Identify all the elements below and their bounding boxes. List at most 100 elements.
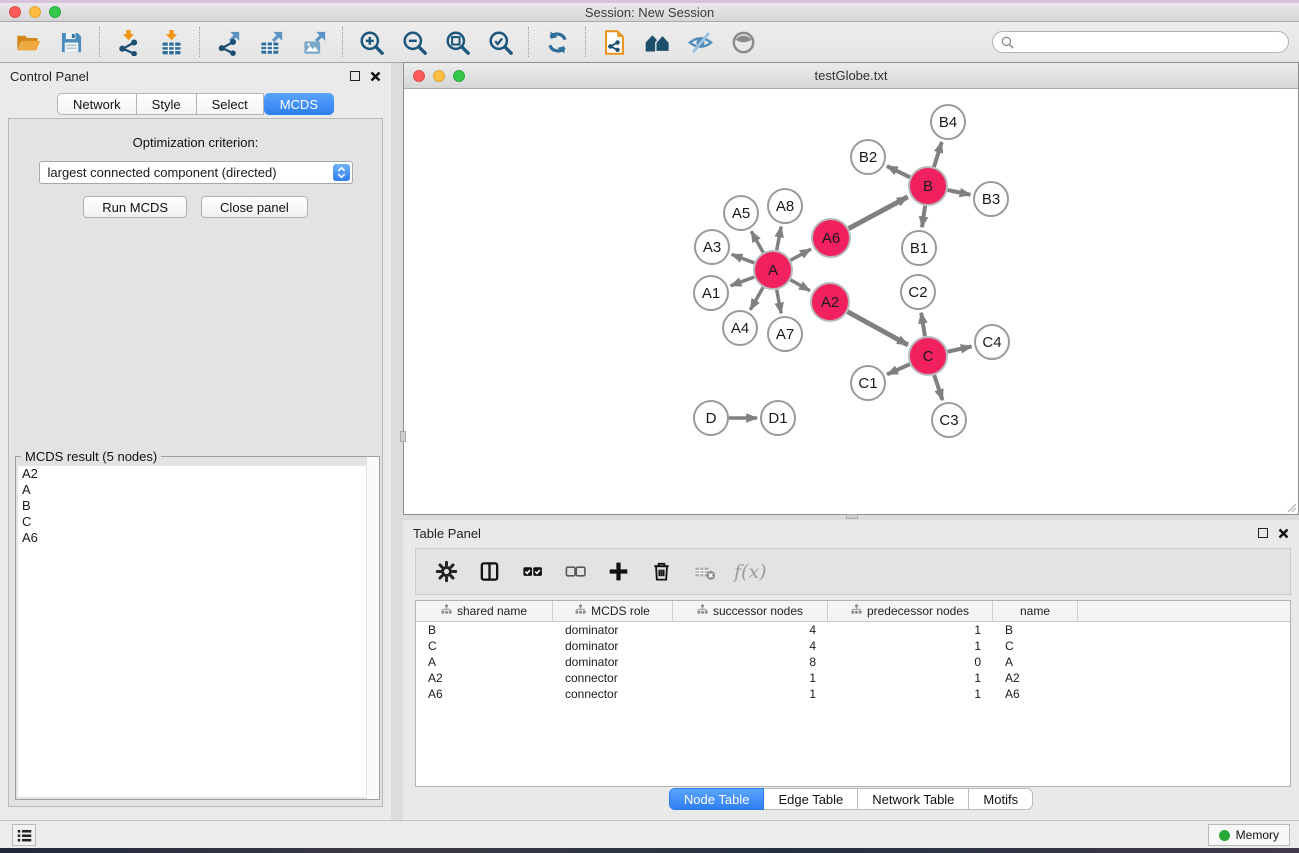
close-panel-icon[interactable]: [370, 71, 381, 82]
table-cell[interactable]: connector: [553, 686, 673, 702]
hide-graphics-details-icon[interactable]: [683, 26, 717, 58]
delete-table-icon[interactable]: [691, 559, 717, 585]
tab-edge-table[interactable]: Edge Table: [764, 788, 858, 810]
graph-edge-A-A2[interactable]: [790, 280, 810, 291]
table-row[interactable]: A2connector11A2: [416, 670, 1290, 686]
table-cell[interactable]: 1: [828, 638, 993, 654]
network-window-titlebar[interactable]: testGlobe.txt: [404, 63, 1298, 89]
result-item[interactable]: A2: [18, 466, 377, 482]
layout-home-icon[interactable]: [640, 26, 674, 58]
graph-edge-B-B2[interactable]: [887, 166, 910, 177]
resize-grip[interactable]: [1285, 501, 1297, 513]
table-cell[interactable]: A: [993, 654, 1078, 670]
column-header-predecessor-nodes[interactable]: predecessor nodes: [828, 601, 993, 621]
zoom-fit-icon[interactable]: [440, 26, 474, 58]
unselect-all-columns-icon[interactable]: [562, 559, 588, 585]
mcds-result-list[interactable]: A2ABCA6: [18, 466, 377, 797]
tab-mcds[interactable]: MCDS: [264, 93, 334, 115]
zoom-in-icon[interactable]: [354, 26, 388, 58]
graph-edge-A-A4[interactable]: [750, 287, 763, 309]
result-item[interactable]: A: [18, 482, 377, 498]
toolbar-search-field[interactable]: [992, 31, 1289, 53]
table-cell[interactable]: A2: [416, 670, 553, 686]
graph-edge-B-B1[interactable]: [922, 206, 925, 227]
column-header-name[interactable]: name: [993, 601, 1078, 621]
close-panel-button[interactable]: Close panel: [201, 196, 308, 218]
table-cell[interactable]: 1: [828, 670, 993, 686]
graph-edge-A2-C[interactable]: [848, 312, 908, 345]
graph-edge-A-A3[interactable]: [732, 254, 755, 263]
table-cell[interactable]: 1: [673, 670, 828, 686]
table-row[interactable]: Adominator80A: [416, 654, 1290, 670]
graph-edge-A-A5[interactable]: [751, 231, 763, 252]
table-cell[interactable]: A6: [993, 686, 1078, 702]
open-file-icon[interactable]: [11, 26, 45, 58]
result-item[interactable]: C: [18, 514, 377, 530]
column-header-successor-nodes[interactable]: successor nodes: [673, 601, 828, 621]
close-panel-icon[interactable]: [1278, 528, 1289, 539]
tab-node-table[interactable]: Node Table: [669, 788, 765, 810]
table-cell[interactable]: dominator: [553, 622, 673, 638]
table-cell[interactable]: 1: [828, 622, 993, 638]
run-mcds-button[interactable]: Run MCDS: [83, 196, 187, 218]
splitter-handle[interactable]: [846, 514, 858, 519]
float-panel-icon[interactable]: [350, 71, 360, 81]
column-header-MCDS-role[interactable]: MCDS role: [553, 601, 673, 621]
export-network-icon[interactable]: [211, 26, 245, 58]
table-cell[interactable]: 4: [673, 638, 828, 654]
table-cell[interactable]: 1: [673, 686, 828, 702]
graph-edge-B-B3[interactable]: [948, 190, 971, 195]
table-cell[interactable]: connector: [553, 670, 673, 686]
graph-edge-C-C3[interactable]: [934, 375, 942, 400]
graph-edge-A-A1[interactable]: [731, 277, 755, 286]
table-cell[interactable]: 1: [828, 686, 993, 702]
add-column-icon[interactable]: [605, 559, 631, 585]
table-options-icon[interactable]: [433, 559, 459, 585]
table-cell[interactable]: dominator: [553, 654, 673, 670]
import-table-icon[interactable]: [154, 26, 188, 58]
table-cell[interactable]: 8: [673, 654, 828, 670]
table-cell[interactable]: 0: [828, 654, 993, 670]
import-network-icon[interactable]: [111, 26, 145, 58]
memory-button[interactable]: Memory: [1208, 824, 1290, 846]
table-cell[interactable]: B: [416, 622, 553, 638]
tab-network[interactable]: Network: [57, 93, 137, 115]
graph-edge-B-B4[interactable]: [934, 142, 942, 167]
result-item[interactable]: A6: [18, 530, 377, 546]
table-cell[interactable]: C: [416, 638, 553, 654]
show-columns-icon[interactable]: [476, 559, 502, 585]
float-panel-icon[interactable]: [1258, 528, 1268, 538]
table-cell[interactable]: B: [993, 622, 1078, 638]
task-history-button[interactable]: [12, 824, 36, 846]
graph-edge-C-C1[interactable]: [887, 364, 910, 374]
table-cell[interactable]: C: [993, 638, 1078, 654]
search-input[interactable]: [1019, 35, 1280, 49]
graph-edge-A-A6[interactable]: [791, 249, 811, 260]
tab-motifs[interactable]: Motifs: [969, 788, 1033, 810]
export-image-icon[interactable]: [297, 26, 331, 58]
criterion-dropdown[interactable]: largest connected component (directed): [39, 161, 353, 184]
table-row[interactable]: A6connector11A6: [416, 686, 1290, 702]
result-scrollbar[interactable]: [366, 457, 379, 799]
graph-edge-C-C4[interactable]: [948, 346, 972, 351]
tab-network-table[interactable]: Network Table: [858, 788, 969, 810]
table-cell[interactable]: A6: [416, 686, 553, 702]
network-canvas[interactable]: AA2A6BCA1A3A4A5A7A8B1B2B3B4C1C2C3C4DD1: [404, 89, 1298, 514]
result-item[interactable]: B: [18, 498, 377, 514]
network-from-file-icon[interactable]: [597, 26, 631, 58]
delete-column-icon[interactable]: [648, 559, 674, 585]
table-cell[interactable]: A: [416, 654, 553, 670]
splitter-handle[interactable]: [400, 431, 406, 442]
table-cell[interactable]: A2: [993, 670, 1078, 686]
refresh-icon[interactable]: [540, 26, 574, 58]
zoom-selected-icon[interactable]: [483, 26, 517, 58]
graph-edge-A-A7[interactable]: [777, 290, 781, 314]
graph-edge-A-A8[interactable]: [777, 227, 781, 251]
table-row[interactable]: Cdominator41C: [416, 638, 1290, 654]
save-session-icon[interactable]: [54, 26, 88, 58]
tab-style[interactable]: Style: [137, 93, 197, 115]
table-cell[interactable]: dominator: [553, 638, 673, 654]
tab-select[interactable]: Select: [197, 93, 264, 115]
table-cell[interactable]: 4: [673, 622, 828, 638]
graph-edge-C-C2[interactable]: [921, 313, 925, 336]
